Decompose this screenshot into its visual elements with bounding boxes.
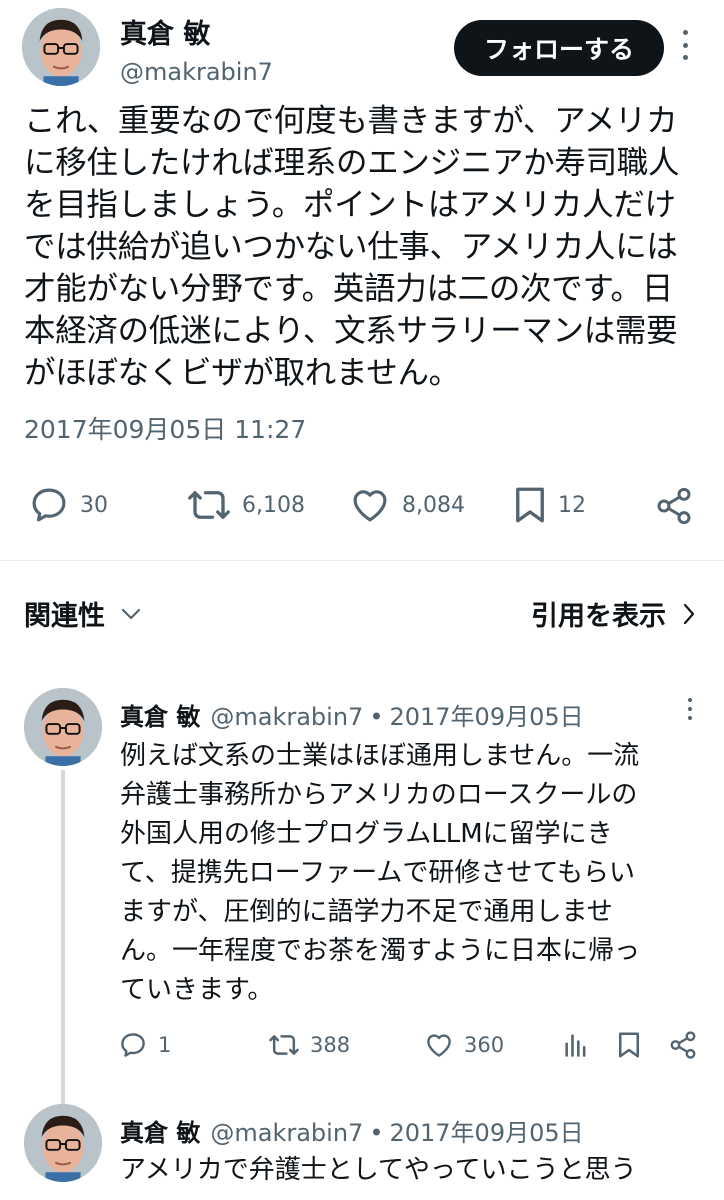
retweet-button[interactable]: 388 [268, 1030, 350, 1060]
retweet-icon [188, 491, 230, 519]
reply-avatar[interactable] [24, 688, 102, 766]
heart-icon [427, 1034, 451, 1057]
reply-author-name[interactable]: 真倉 敏 [120, 1113, 200, 1148]
heart-icon [353, 490, 387, 522]
reply-text: アメリカで弁護士としてやっていこうと思う [120, 1155, 637, 1185]
sort-relevance-dropdown[interactable]: 関連性 [24, 594, 143, 633]
share-icon [670, 1031, 696, 1059]
tweet-text: これ、重要なので何度も書きますが、アメリカ に移住したければ理系のエンジニアか寿… [24, 103, 680, 391]
thread-connector-line [61, 770, 65, 1110]
reply-header: 真倉 敏 @makrabin7 • 2017年09月05日 [120, 1113, 584, 1148]
reply-count: 1 [158, 1033, 172, 1057]
share-icon [657, 487, 691, 525]
more-options-icon[interactable] [678, 698, 702, 720]
tweet-timestamp[interactable]: 2017年09月05日 11:27 [24, 410, 306, 446]
more-options-icon[interactable] [673, 30, 697, 60]
reply-text: 例えば文系の士業はほぼ通用しません。一流 弁護士事務所からアメリカのロースクール… [120, 741, 641, 1005]
separator-dot: • [369, 1119, 384, 1147]
retweet-count: 388 [310, 1033, 351, 1057]
divider [0, 560, 724, 561]
comment-icon [32, 488, 66, 522]
reply-date[interactable]: 2017年09月05日 [389, 697, 583, 732]
reply-header: 真倉 敏 @makrabin7 • 2017年09月05日 [120, 697, 584, 732]
reply-avatar[interactable] [24, 1104, 102, 1182]
comment-icon [121, 1033, 145, 1057]
reply-author-handle[interactable]: @makrabin7 [210, 1119, 363, 1147]
chevron-down-icon [121, 608, 141, 619]
like-button[interactable]: 8,084 [348, 484, 465, 526]
avatar-image [22, 8, 100, 86]
follow-button[interactable]: フォローする [454, 20, 664, 76]
bookmark-count: 12 [558, 492, 586, 518]
reply-button[interactable]: 1 [118, 1030, 171, 1060]
separator-dot: • [369, 703, 384, 731]
bar-chart-icon [565, 1034, 586, 1057]
reply-author-name[interactable]: 真倉 敏 [120, 697, 200, 732]
bookmark-icon [516, 487, 544, 523]
bookmark-icon [619, 1032, 639, 1058]
retweet-count: 6,108 [242, 492, 305, 518]
view-quotes-link[interactable]: 引用を表示 [531, 594, 696, 633]
views-button[interactable] [562, 1030, 590, 1060]
reply-button[interactable]: 30 [28, 484, 108, 526]
sort-label: 関連性 [24, 601, 105, 632]
reply-date[interactable]: 2017年09月05日 [389, 1113, 583, 1148]
retweet-button[interactable]: 6,108 [186, 484, 305, 526]
reply-author-handle[interactable]: @makrabin7 [210, 703, 363, 731]
like-button[interactable]: 360 [424, 1030, 504, 1060]
like-count: 360 [464, 1033, 505, 1057]
chevron-right-icon [683, 603, 695, 624]
author-avatar[interactable] [22, 8, 100, 86]
author-name[interactable]: 真倉 敏 [120, 12, 210, 51]
avatar-image [24, 688, 102, 766]
reply-count: 30 [80, 492, 108, 518]
avatar-image [24, 1104, 102, 1182]
author-handle[interactable]: @makrabin7 [120, 58, 273, 86]
bookmark-button[interactable]: 12 [512, 484, 586, 526]
bookmark-button[interactable] [616, 1030, 642, 1060]
retweet-icon [269, 1035, 299, 1055]
view-quotes-label: 引用を表示 [531, 601, 666, 632]
like-count: 8,084 [402, 492, 465, 518]
share-button[interactable] [668, 1030, 698, 1060]
share-button[interactable] [654, 486, 694, 526]
